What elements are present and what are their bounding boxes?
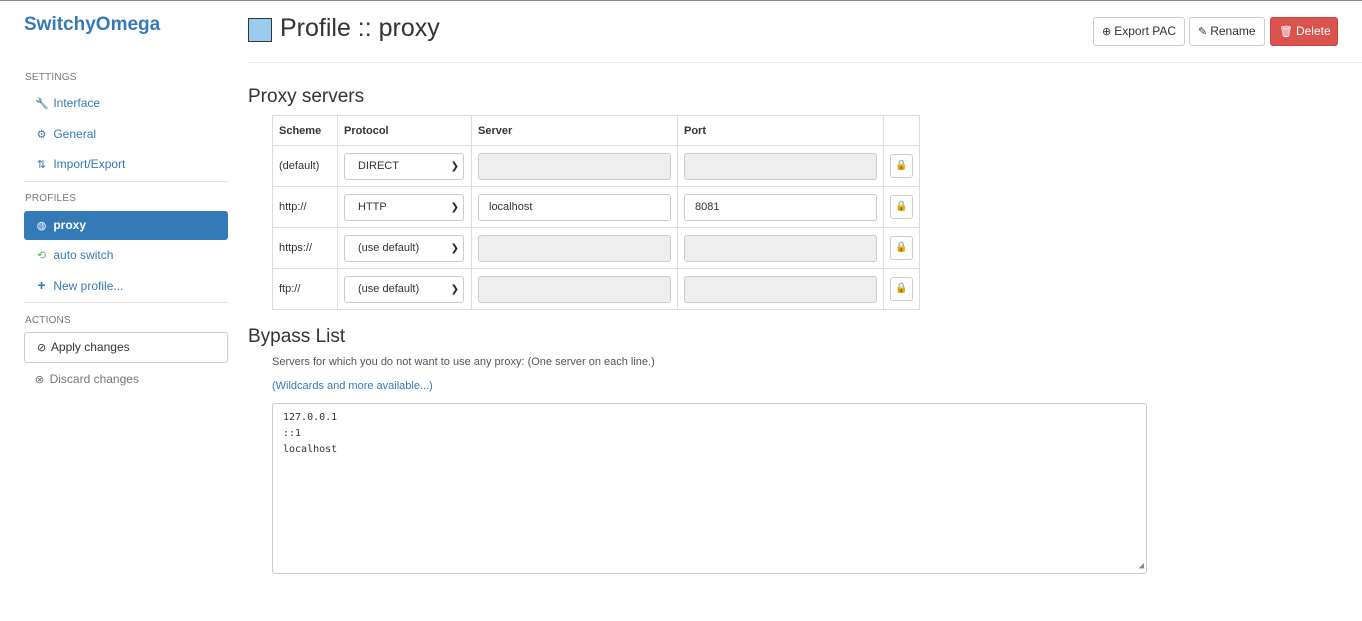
table-row: (default) DIRECT ❯ 🔒 xyxy=(272,145,920,187)
sidebar-item-label: Import/Export xyxy=(53,157,126,171)
lock-button[interactable]: 🔒 xyxy=(890,195,913,219)
sidebar-item-interface[interactable]: 🔧 Interface xyxy=(24,89,228,118)
discard-changes-button[interactable]: ⊗ Discard changes xyxy=(24,365,228,394)
chevron-down-icon: ❯ xyxy=(450,283,459,295)
brand-title[interactable]: SwitchyOmega xyxy=(24,14,160,36)
server-input[interactable] xyxy=(478,152,671,180)
sidebar-item-label: auto switch xyxy=(53,248,114,262)
server-input[interactable] xyxy=(478,275,671,303)
column-header-server: Server xyxy=(471,115,678,146)
export-pac-button[interactable]: ⊕ Export PAC xyxy=(1093,17,1186,46)
protocol-select[interactable]: (use default) ❯ xyxy=(344,275,464,303)
bypass-line: localhost xyxy=(283,444,338,455)
lock-button[interactable]: 🔒 xyxy=(890,236,913,260)
sidebar: SwitchyOmega SETTINGS 🔧 Interface ⚙ Gene… xyxy=(0,1,240,621)
bypass-help-text: Servers for which you do not want to use… xyxy=(272,356,655,368)
settings-section-title: SETTINGS xyxy=(25,72,77,83)
wildcards-help-link[interactable]: (Wildcards and more available...) xyxy=(272,380,433,392)
export-pac-label: Export PAC xyxy=(1114,24,1177,38)
port-input[interactable] xyxy=(684,234,877,262)
check-circle-icon: ⊘ xyxy=(37,342,47,354)
sidebar-divider xyxy=(24,181,228,182)
bypass-list-heading: Bypass List xyxy=(248,326,346,347)
proxy-servers-heading: Proxy servers xyxy=(248,86,365,107)
discard-changes-label: Discard changes xyxy=(49,372,139,386)
download-icon: ⊕ xyxy=(1102,26,1112,38)
lock-icon: 🔒 xyxy=(895,160,908,171)
table-row: https:// (use default) ❯ 🔒 xyxy=(272,227,920,269)
trash-icon: 🗑 xyxy=(1279,26,1293,38)
lock-icon: 🔒 xyxy=(895,283,908,294)
protocol-select[interactable]: HTTP ❯ xyxy=(344,193,464,221)
scheme-cell: ftp:// xyxy=(272,268,338,310)
bypass-line: 127.0.0.1 xyxy=(283,412,338,423)
protocol-select[interactable]: DIRECT ❯ xyxy=(344,152,464,180)
rename-label: Rename xyxy=(1210,24,1256,38)
protocol-value: DIRECT xyxy=(358,159,399,172)
import-export-icon: ⇅ xyxy=(36,159,47,171)
sidebar-item-label: General xyxy=(53,127,97,141)
chevron-down-icon: ❯ xyxy=(450,201,459,213)
bypass-list-textarea[interactable]: 127.0.0.1 ::1 localhost ◢ xyxy=(272,403,1147,574)
sidebar-item-import-export[interactable]: ⇅ Import/Export xyxy=(24,150,228,179)
chevron-down-icon: ❯ xyxy=(450,242,459,254)
lock-icon: 🔒 xyxy=(895,201,908,212)
sidebar-item-label: Interface xyxy=(53,96,101,110)
actions-section-title: ACTIONS xyxy=(25,315,71,326)
column-header-protocol: Protocol xyxy=(337,115,472,146)
sidebar-item-auto-switch[interactable]: ⟲ auto switch xyxy=(24,241,228,270)
proxy-servers-table: Scheme Protocol Server Port (default) DI… xyxy=(272,115,920,310)
table-header-row: Scheme Protocol Server Port xyxy=(272,115,920,146)
profile-color-swatch[interactable] xyxy=(248,18,272,42)
resize-grip-icon[interactable]: ◢ xyxy=(1139,562,1144,571)
edit-icon: ✎ xyxy=(1198,26,1208,38)
column-header-scheme: Scheme xyxy=(272,115,338,146)
table-row: ftp:// (use default) ❯ 🔒 xyxy=(272,268,920,310)
table-row: http:// HTTP ❯ localhost 8081 🔒 xyxy=(272,186,920,228)
bypass-line: ::1 xyxy=(283,428,302,439)
server-input[interactable] xyxy=(478,234,671,262)
column-header-port: Port xyxy=(677,115,884,146)
rename-button[interactable]: ✎ Rename xyxy=(1189,17,1265,46)
scheme-cell: https:// xyxy=(272,227,338,269)
wrench-icon: 🔧 xyxy=(35,98,49,110)
retweet-icon: ⟲ xyxy=(36,250,47,262)
delete-button[interactable]: 🗑 Delete xyxy=(1270,17,1338,46)
lock-icon: 🔒 xyxy=(895,242,908,253)
port-input[interactable] xyxy=(684,275,877,303)
sidebar-item-proxy[interactable]: ◍ proxy xyxy=(24,211,228,240)
profiles-section-title: PROFILES xyxy=(25,193,77,204)
sidebar-item-general[interactable]: ⚙ General xyxy=(24,120,228,149)
apply-changes-button[interactable]: ⊘ Apply changes xyxy=(24,332,228,363)
protocol-select[interactable]: (use default) ❯ xyxy=(344,234,464,262)
gear-icon: ⚙ xyxy=(36,129,47,141)
chevron-down-icon: ❯ xyxy=(450,160,459,172)
delete-label: Delete xyxy=(1295,24,1331,38)
sidebar-item-label: proxy xyxy=(53,218,87,232)
page-title: Profile :: proxy xyxy=(280,14,440,42)
scheme-cell: http:// xyxy=(272,186,338,228)
server-input[interactable]: localhost xyxy=(478,193,671,221)
header-divider xyxy=(248,62,1362,63)
lock-button[interactable]: 🔒 xyxy=(890,154,913,178)
plus-icon: + xyxy=(37,277,46,293)
sidebar-divider xyxy=(24,302,228,303)
port-input[interactable] xyxy=(684,152,877,180)
x-circle-icon: ⊗ xyxy=(35,374,45,386)
protocol-value: (use default) xyxy=(358,241,420,254)
port-input[interactable]: 8081 xyxy=(684,193,877,221)
sidebar-item-new-profile[interactable]: + New profile... xyxy=(24,271,228,300)
apply-changes-label: Apply changes xyxy=(50,340,130,354)
lock-button[interactable]: 🔒 xyxy=(890,277,913,301)
protocol-value: HTTP xyxy=(358,200,387,213)
scheme-cell: (default) xyxy=(272,145,338,187)
protocol-value: (use default) xyxy=(358,282,420,295)
globe-icon: ◍ xyxy=(36,220,47,232)
sidebar-item-label: New profile... xyxy=(53,279,124,293)
column-header-actions xyxy=(883,115,920,146)
